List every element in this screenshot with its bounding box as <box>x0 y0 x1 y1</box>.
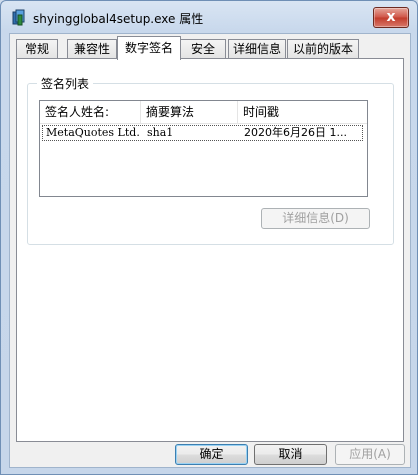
tab-digital-signatures[interactable]: 数字签名 <box>117 36 181 60</box>
window-title: shyingglobal4setup.exe 属性 <box>33 12 204 26</box>
ok-button[interactable]: 确定 <box>175 444 248 465</box>
tab-previous-versions[interactable]: 以前的版本 <box>287 39 359 59</box>
installer-icon <box>12 9 25 26</box>
column-signer-name[interactable]: 签名人姓名: <box>40 101 141 123</box>
row-signer: MetaQuotes Ltd. <box>46 126 140 139</box>
dialog-client: 常规 兼容性 数字签名 安全 详细信息 以前的版本 签名人姓名: 摘要算法 时间… <box>9 33 411 468</box>
close-icon: x <box>386 9 396 25</box>
row-algorithm: sha1 <box>147 126 174 139</box>
column-digest-algorithm[interactable]: 摘要算法 <box>141 101 238 123</box>
tab-general[interactable]: 常规 <box>16 39 58 59</box>
cancel-button[interactable]: 取消 <box>254 444 327 465</box>
close-button[interactable]: x <box>373 7 409 28</box>
signature-list-group: 签名人姓名: 摘要算法 时间戳 MetaQuotes Ltd. sha1 202… <box>27 83 394 245</box>
details-button[interactable]: 详细信息(D) <box>261 208 370 229</box>
signature-list-label: 签名列表 <box>37 75 94 92</box>
listview-header: 签名人姓名: 摘要算法 时间戳 <box>40 101 367 124</box>
tab-compatibility[interactable]: 兼容性 <box>67 39 117 59</box>
tab-security[interactable]: 安全 <box>180 39 226 59</box>
properties-window: shyingglobal4setup.exe 属性 x 常规 兼容性 数字签名 … <box>0 0 418 475</box>
tab-details[interactable]: 详细信息 <box>228 39 286 59</box>
tab-panel-digital-signatures: 签名人姓名: 摘要算法 时间戳 MetaQuotes Ltd. sha1 202… <box>16 58 404 442</box>
signature-listview[interactable]: 签名人姓名: 摘要算法 时间戳 MetaQuotes Ltd. sha1 202… <box>39 100 368 197</box>
row-timestamp: 2020年6月26日 1... <box>244 126 347 139</box>
title-bar[interactable]: shyingglobal4setup.exe 属性 x <box>1 1 417 33</box>
apply-button[interactable]: 应用(A) <box>335 444 405 465</box>
table-row[interactable]: MetaQuotes Ltd. sha1 2020年6月26日 1... <box>42 125 363 141</box>
column-timestamp[interactable]: 时间戳 <box>238 101 367 123</box>
